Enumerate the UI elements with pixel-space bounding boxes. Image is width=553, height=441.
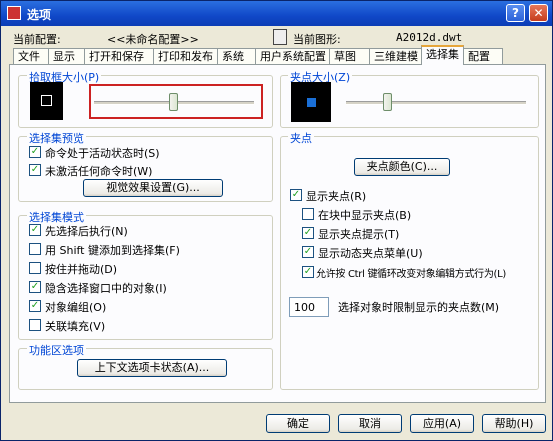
- ok-button[interactable]: 确定: [266, 414, 330, 433]
- grip-color-button[interactable]: 夹点颜色(C)...: [354, 158, 450, 176]
- tab-7[interactable]: 三维建模: [369, 48, 422, 64]
- mode-checkbox-1[interactable]: [29, 243, 41, 255]
- tab-panel-selection: 拾取框大小(P) 选择集预览 ✓ 命令处于活动状态时(S) ✓ 未激活任何命令时…: [9, 64, 546, 403]
- grip-label-2: 显示夹点提示(T): [318, 228, 400, 241]
- grip-slider-thumb[interactable]: [383, 93, 393, 111]
- apply-button[interactable]: 应用(A): [410, 414, 474, 433]
- mode-checkbox-4[interactable]: ✓: [29, 300, 41, 312]
- mode-label-3: 隐含选择窗口中的对象(I): [45, 282, 167, 295]
- no-cmd-label: 未激活任何命令时(W): [45, 165, 153, 178]
- pickbox-marker: [41, 95, 52, 106]
- help-icon[interactable]: ?: [506, 4, 525, 22]
- tab-8[interactable]: 选择集: [421, 45, 464, 65]
- grip-checkbox-1[interactable]: [302, 208, 314, 220]
- tab-4[interactable]: 系统: [217, 48, 256, 64]
- mode-label-2: 按住并拖动(D): [45, 263, 118, 276]
- mode-checkbox-5[interactable]: [29, 319, 41, 331]
- mode-checkbox-3[interactable]: ✓: [29, 281, 41, 293]
- current-drawing-value: A2012d.dwt: [396, 31, 463, 44]
- tab-2[interactable]: 打开和保存: [84, 48, 154, 64]
- current-profile-label: 当前配置:: [13, 33, 61, 46]
- visual-effects-button[interactable]: 视觉效果设置(G)...: [83, 179, 223, 197]
- tab-6[interactable]: 草图: [329, 48, 370, 64]
- grip-label-3: 显示动态夹点菜单(U): [318, 247, 423, 260]
- pickbox-preview: [30, 82, 63, 120]
- grip-limit-label: 选择对象时限制显示的夹点数(M): [338, 301, 500, 314]
- current-drawing-label: 当前图形:: [293, 33, 341, 46]
- help-button[interactable]: 帮助(H): [482, 414, 546, 433]
- grip-limit-input[interactable]: 100: [289, 297, 329, 317]
- tab-0[interactable]: 文件: [13, 48, 49, 64]
- tab-5[interactable]: 用户系统配置: [255, 48, 330, 64]
- mode-label-1: 用 Shift 键添加到选择集(F): [45, 244, 180, 257]
- mode-checkbox-2[interactable]: [29, 262, 41, 274]
- mode-label-0: 先选择后执行(N): [45, 225, 128, 238]
- grip-label-4: 允许按 Ctrl 键循环改变对象编辑方式行为(L): [316, 269, 507, 280]
- options-dialog: 选项 ? ✕ 当前配置: <<未命名配置>> 当前图形: A2012d.dwt …: [0, 0, 553, 441]
- no-cmd-checkbox[interactable]: ✓: [29, 164, 41, 176]
- ribbon-group-label: 功能区选项: [27, 342, 86, 358]
- grip-checkbox-0[interactable]: ✓: [290, 189, 302, 201]
- tab-1[interactable]: 显示: [48, 48, 85, 64]
- tab-9[interactable]: 配置: [463, 48, 503, 64]
- preview-group-label: 选择集预览: [27, 130, 86, 146]
- mode-label-5: 关联填充(V): [45, 320, 106, 333]
- drawing-icon: [273, 29, 287, 45]
- mode-label-4: 对象编组(O): [45, 301, 107, 314]
- grip-checkbox-2[interactable]: ✓: [302, 227, 314, 239]
- mode-checkbox-0[interactable]: ✓: [29, 224, 41, 236]
- grip-slider-track[interactable]: [346, 101, 526, 105]
- grip-preview: [291, 82, 331, 122]
- current-profile-value: <<未命名配置>>: [107, 33, 199, 46]
- tab-3[interactable]: 打印和发布: [153, 48, 218, 64]
- app-icon: [7, 6, 21, 20]
- cmd-active-label: 命令处于活动状态时(S): [45, 147, 160, 160]
- grip-checkbox-3[interactable]: ✓: [302, 246, 314, 258]
- close-icon[interactable]: ✕: [529, 4, 548, 22]
- contextual-tab-state-button[interactable]: 上下文选项卡状态(A)...: [77, 359, 227, 377]
- grip-label-1: 在块中显示夹点(B): [318, 209, 412, 222]
- grips-group-label: 夹点: [288, 130, 314, 146]
- pickbox-slider-thumb[interactable]: [169, 93, 178, 111]
- cancel-button[interactable]: 取消: [338, 414, 402, 433]
- cmd-active-checkbox[interactable]: ✓: [29, 146, 41, 158]
- dialog-title: 选项: [27, 8, 52, 22]
- grip-label-0: 显示夹点(R): [306, 190, 367, 203]
- title-bar[interactable]: 选项 ? ✕: [1, 1, 552, 26]
- grip-checkbox-4[interactable]: ✓: [302, 266, 314, 278]
- grip-marker: [307, 98, 316, 107]
